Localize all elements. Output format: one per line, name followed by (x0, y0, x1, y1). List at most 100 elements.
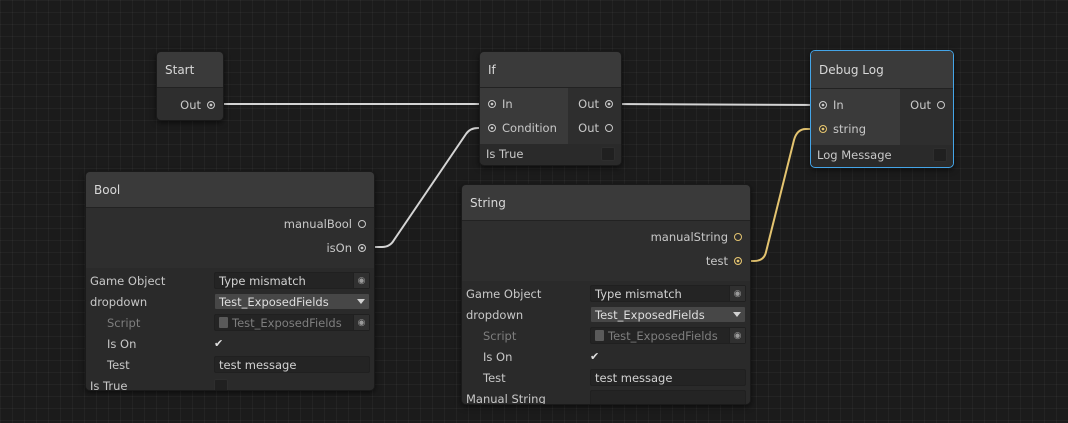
debug-log-out-port[interactable]: Out (900, 93, 953, 117)
bool-script-field: Test_ExposedFields ◉ (214, 314, 370, 331)
port-connected-icon[interactable] (605, 100, 613, 108)
if-is-true-row: Is True (480, 144, 621, 164)
string-dropdown-select[interactable]: Test_ExposedFields (590, 306, 746, 323)
bool-game-object-label: Game Object (90, 273, 166, 288)
checkmark-icon[interactable]: ✔ (590, 350, 599, 363)
debug-log-out-label: Out (910, 98, 931, 112)
object-picker-icon[interactable]: ◉ (353, 273, 369, 288)
port-empty-icon[interactable] (358, 220, 366, 228)
string-manual-string-row: Manual String (462, 388, 750, 405)
string-game-object-value: Type mismatch (595, 286, 682, 301)
bool-game-object-value: Type mismatch (219, 273, 306, 288)
port-empty-icon[interactable] (734, 233, 742, 241)
bool-game-object-row: Game Object Type mismatch ◉ (86, 270, 374, 291)
script-file-icon (595, 329, 604, 341)
string-script-label: Script (483, 328, 517, 343)
if-in-port[interactable]: In (480, 92, 568, 116)
object-picker-icon: ◉ (353, 315, 369, 330)
bool-dropdown-label: dropdown (90, 294, 148, 309)
string-test-label: Test (483, 370, 506, 385)
debug-log-node[interactable]: Debug Log In string Out Log Message (810, 50, 954, 168)
if-is-true-checkbox[interactable] (601, 147, 615, 161)
if-condition-label: Condition (502, 121, 557, 135)
string-manual-string-label: Manual String (466, 391, 546, 405)
debug-log-string-label: string (833, 122, 867, 136)
if-out-true-label: Out (578, 97, 599, 111)
if-condition-port[interactable]: Condition (480, 116, 568, 140)
port-connected-icon[interactable] (819, 101, 827, 109)
if-out-false-port[interactable]: Out (568, 116, 621, 140)
if-in-label: In (502, 97, 513, 111)
debug-log-message-field[interactable] (933, 148, 947, 162)
bool-ison-label: isOn (326, 241, 352, 255)
port-empty-icon[interactable] (937, 101, 945, 109)
string-is-on-row: Is On ✔ (462, 346, 750, 367)
start-out-port[interactable]: Out (170, 93, 223, 117)
string-game-object-label: Game Object (466, 286, 542, 301)
bool-test-row: Test test message (86, 354, 374, 375)
bool-script-label: Script (107, 315, 141, 330)
bool-dropdown-row: dropdown Test_ExposedFields (86, 291, 374, 312)
string-test-port-label: test (705, 254, 728, 268)
if-out-true-port[interactable]: Out (568, 92, 621, 116)
port-empty-icon[interactable] (605, 124, 613, 132)
port-connected-icon[interactable] (358, 244, 366, 252)
bool-script-value: Test_ExposedFields (232, 315, 342, 330)
port-connected-icon[interactable] (488, 124, 496, 132)
port-connected-icon[interactable] (207, 101, 215, 109)
bool-manual-port[interactable]: manualBool (274, 212, 374, 236)
string-node[interactable]: String manualString test Game Object Typ… (461, 184, 751, 405)
string-manual-string-input[interactable] (590, 390, 746, 404)
chevron-down-icon (733, 312, 741, 317)
debug-log-message-label: Log Message (817, 148, 892, 162)
wire-if-to-debuglog[interactable] (608, 103, 825, 106)
if-node-title: If (480, 52, 621, 88)
bool-ison-port[interactable]: isOn (316, 236, 374, 260)
bool-is-true-row: Is True (86, 375, 374, 391)
start-node-title: Start (157, 52, 223, 88)
start-node[interactable]: Start Out (156, 51, 224, 121)
start-out-label: Out (180, 98, 201, 112)
string-game-object-field[interactable]: Type mismatch ◉ (590, 285, 746, 302)
bool-is-true-checkbox[interactable] (214, 378, 228, 390)
bool-script-row: Script Test_ExposedFields ◉ (86, 312, 374, 333)
object-picker-icon: ◉ (729, 328, 745, 343)
string-dropdown-value: Test_ExposedFields (595, 307, 705, 322)
bool-dropdown-select[interactable]: Test_ExposedFields (214, 293, 370, 310)
debug-log-string-port[interactable]: string (811, 117, 900, 141)
string-test-port[interactable]: test (696, 249, 750, 273)
bool-game-object-field[interactable]: Type mismatch ◉ (214, 272, 370, 289)
port-connected-icon[interactable] (488, 100, 496, 108)
string-script-field: Test_ExposedFields ◉ (590, 327, 746, 344)
port-connected-icon[interactable] (734, 257, 742, 265)
if-out-false-label: Out (578, 121, 599, 135)
bool-is-true-label: Is True (90, 378, 128, 391)
string-manual-port[interactable]: manualString (641, 225, 750, 249)
debug-log-message-row: Log Message (811, 145, 953, 165)
string-script-value: Test_ExposedFields (608, 328, 718, 343)
bool-node[interactable]: Bool manualBool isOn Game Object Type mi… (85, 171, 375, 391)
string-dropdown-label: dropdown (466, 307, 524, 322)
string-test-input[interactable]: test message (590, 369, 746, 386)
if-is-true-label: Is True (486, 147, 524, 161)
object-picker-icon[interactable]: ◉ (729, 286, 745, 301)
debug-log-title: Debug Log (811, 51, 953, 89)
port-connected-icon[interactable] (819, 125, 827, 133)
chevron-down-icon (357, 299, 365, 304)
bool-manual-label: manualBool (283, 217, 352, 231)
debug-log-in-port[interactable]: In (811, 93, 900, 117)
bool-node-title: Bool (86, 172, 374, 208)
string-manual-label: manualString (650, 230, 728, 244)
string-node-title: String (462, 185, 750, 221)
if-node[interactable]: If In Condition Out Out Is True (479, 51, 622, 166)
checkmark-icon[interactable]: ✔ (214, 337, 223, 350)
string-game-object-row: Game Object Type mismatch ◉ (462, 283, 750, 304)
script-file-icon (219, 316, 228, 328)
bool-is-on-label: Is On (107, 336, 137, 351)
string-is-on-label: Is On (483, 349, 513, 364)
string-test-row: Test test message (462, 367, 750, 388)
string-dropdown-row: dropdown Test_ExposedFields (462, 304, 750, 325)
bool-test-input[interactable]: test message (214, 356, 370, 373)
string-script-row: Script Test_ExposedFields ◉ (462, 325, 750, 346)
bool-is-on-row: Is On ✔ (86, 333, 374, 354)
